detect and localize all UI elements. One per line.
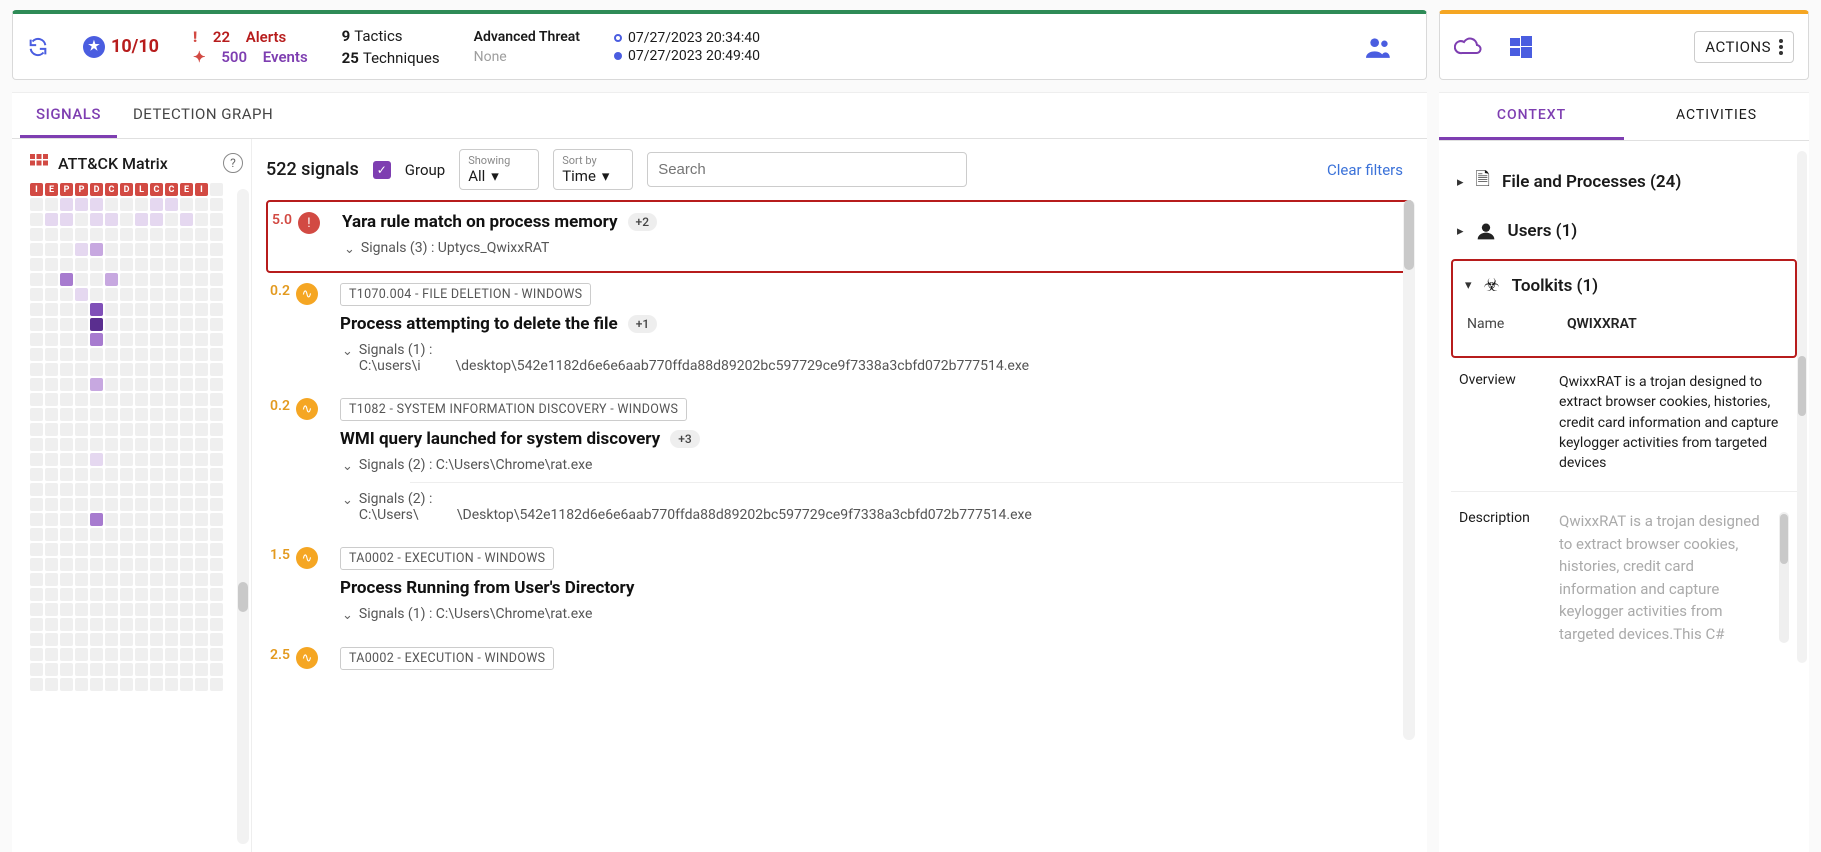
- toolkit-overview-row: Overview QwixxRAT is a trojan designed t…: [1451, 358, 1797, 487]
- technique-tag: T1082 - SYSTEM INFORMATION DISCOVERY - W…: [340, 398, 687, 421]
- chevron-down-icon[interactable]: ⌄: [344, 242, 355, 257]
- score: ★ 10/10: [83, 36, 159, 58]
- severity-icon: ∿: [296, 647, 318, 669]
- technique-tag: TA0002 - EXECUTION - WINDOWS: [340, 647, 554, 670]
- toolkit-name-row: Name QWIXXRAT: [1463, 306, 1785, 342]
- acc-toolkits-header[interactable]: ▾ ☣ Toolkits (1): [1463, 271, 1785, 306]
- count-badge: +3: [670, 430, 699, 448]
- windows-icon: [1510, 36, 1532, 58]
- signal-item[interactable]: 0.2∿ T1082 - SYSTEM INFORMATION DISCOVER…: [266, 388, 1413, 537]
- actions-button[interactable]: ACTIONS: [1694, 31, 1794, 63]
- biohazard-icon: ☣: [1484, 275, 1500, 296]
- file-icon: 🗎: [1476, 167, 1490, 197]
- sortby-select[interactable]: Sort by Time▾: [553, 149, 633, 190]
- signals-toolbar: 522 signals ✓ Group Showing All▾ Sort by…: [266, 149, 1413, 190]
- chevron-down-icon[interactable]: ⌄: [342, 608, 353, 623]
- caret-right-icon: ▸: [1457, 224, 1464, 239]
- chevron-down-icon[interactable]: ⌄: [342, 459, 353, 474]
- severity-icon: ∿: [296, 547, 318, 569]
- caret-right-icon: ▸: [1457, 175, 1464, 190]
- signal-item[interactable]: 5.0! Yara rule match on process memory+2…: [266, 200, 1413, 273]
- cloud-icon: [1454, 37, 1482, 57]
- time-range: 07/27/2023 20:34:40 07/27/2023 20:49:40: [614, 30, 760, 64]
- count-badge: +2: [628, 213, 657, 231]
- technique-tag: T1070.004 - FILE DELETION - WINDOWS: [340, 283, 591, 306]
- signal-item[interactable]: 0.2∿ T1070.004 - FILE DELETION - WINDOWS…: [266, 273, 1413, 388]
- star-icon: ★: [83, 36, 105, 58]
- time-end-dot: [614, 52, 622, 60]
- clear-filters[interactable]: Clear filters: [1327, 161, 1403, 179]
- alerts-events: ! 22 Alerts ✦ 500 Events: [193, 28, 308, 66]
- matrix-scrollbar[interactable]: [237, 189, 249, 844]
- signals-panel: 522 signals ✓ Group Showing All▾ Sort by…: [252, 139, 1427, 852]
- chevron-down-icon: ▾: [602, 167, 610, 185]
- toolkit-description-row: Description QwixxRAT is a trojan designe…: [1451, 496, 1797, 659]
- acc-files[interactable]: ▸ 🗎 File and Processes (24): [1451, 155, 1797, 209]
- signals-list: 5.0! Yara rule match on process memory+2…: [266, 200, 1413, 740]
- group-checkbox[interactable]: ✓: [373, 161, 391, 179]
- tab-detection-graph[interactable]: DETECTION GRAPH: [117, 93, 289, 138]
- main-panel: SIGNALS DETECTION GRAPH ATT&CK Matrix ? …: [12, 92, 1427, 852]
- signal-count: 522 signals: [266, 159, 359, 180]
- chevron-down-icon: ▾: [491, 167, 499, 185]
- users-icon[interactable]: [1366, 36, 1392, 58]
- search-input[interactable]: [647, 152, 967, 187]
- tab-activities[interactable]: ACTIVITIES: [1624, 93, 1809, 140]
- signal-item[interactable]: 1.5∿ TA0002 - EXECUTION - WINDOWS Proces…: [266, 537, 1413, 637]
- severity-icon: ∿: [296, 283, 318, 305]
- matrix-title: ATT&CK Matrix: [58, 154, 213, 173]
- severity-icon: ∿: [296, 398, 318, 420]
- description-text: QwixxRAT is a trojan designed to extract…: [1559, 510, 1789, 645]
- signals-scrollbar[interactable]: [1403, 200, 1415, 740]
- showing-select[interactable]: Showing All▾: [459, 149, 539, 190]
- matrix-grid[interactable]: IEPPDCDLCCEI: [30, 183, 243, 691]
- acc-users[interactable]: ▸ Users (1): [1451, 209, 1797, 253]
- signal-item[interactable]: 2.5∿ TA0002 - EXECUTION - WINDOWS: [266, 637, 1413, 684]
- chevron-down-icon[interactable]: ⌄: [342, 344, 353, 359]
- severity-icon: !: [298, 212, 320, 234]
- chevron-down-icon[interactable]: ⌄: [342, 493, 353, 508]
- investigation-header: ★ 10/10 ! 22 Alerts ✦ 500 Events 9Tactic…: [12, 10, 1427, 80]
- sync-icon[interactable]: [27, 36, 49, 58]
- technique-tag: TA0002 - EXECUTION - WINDOWS: [340, 547, 554, 570]
- tab-context[interactable]: CONTEXT: [1439, 93, 1624, 140]
- group-label: Group: [405, 161, 445, 179]
- acc-toolkits: ▾ ☣ Toolkits (1) Name QWIXXRAT: [1451, 259, 1797, 358]
- threat-col: Advanced Threat None: [474, 29, 580, 65]
- context-scrollbar[interactable]: [1797, 151, 1807, 663]
- count-badge: +1: [628, 315, 657, 333]
- attack-matrix-panel: ATT&CK Matrix ? IEPPDCDLCCEI: [12, 139, 252, 852]
- help-icon[interactable]: ?: [223, 153, 243, 173]
- context-panel: CONTEXT ACTIVITIES ▸ 🗎 File and Processe…: [1439, 92, 1809, 852]
- tab-signals[interactable]: SIGNALS: [20, 93, 117, 138]
- user-icon: [1476, 221, 1496, 241]
- description-scrollbar[interactable]: [1779, 512, 1789, 643]
- context-tabs: CONTEXT ACTIVITIES: [1439, 93, 1809, 141]
- score-value: 10/10: [111, 36, 159, 57]
- asset-header: ACTIONS: [1439, 10, 1809, 80]
- tactics-techniques: 9Tactics 25Techniques: [342, 27, 440, 67]
- time-start-dot: [614, 34, 622, 42]
- main-tabs: SIGNALS DETECTION GRAPH: [12, 93, 1427, 139]
- kebab-icon: [1779, 39, 1783, 55]
- caret-down-icon: ▾: [1465, 278, 1472, 293]
- matrix-icon: [30, 154, 48, 172]
